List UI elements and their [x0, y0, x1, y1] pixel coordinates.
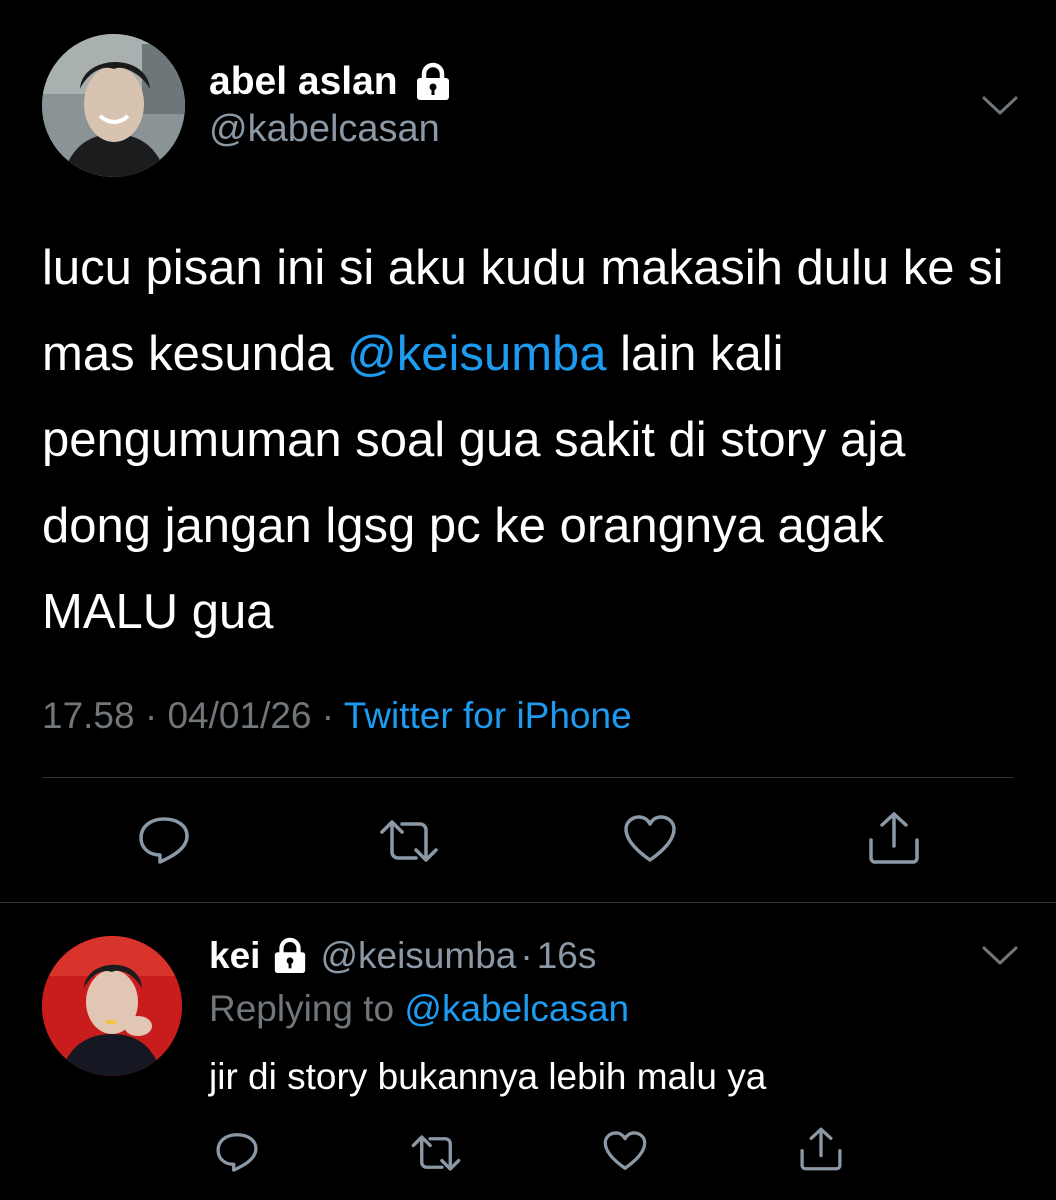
avatar-photo [42, 34, 185, 177]
replying-mention-link[interactable]: @kabelcasan [404, 988, 629, 1029]
heart-icon[interactable] [602, 1130, 648, 1172]
author-header: abel aslan [209, 57, 452, 107]
tweet-date: 04/01/26 [167, 695, 312, 736]
reply-time: 16s [536, 935, 597, 976]
main-tweet: abel aslan @kabelcasan lucu pisan ini si… [0, 0, 1056, 902]
author-name[interactable]: abel aslan [209, 60, 398, 104]
tweet-text: lucu pisan ini si aku kudu makasih dulu … [42, 225, 1022, 655]
reply-header: kei @keisumba · 16s [209, 930, 596, 982]
section-divider [0, 902, 1056, 903]
meta-separator: · [321, 695, 335, 736]
chevron-down-icon[interactable] [980, 944, 1020, 968]
divider [42, 777, 1014, 778]
meta-separator: · [520, 935, 533, 976]
reply-text: jir di story bukannya lebih malu ya [209, 1056, 767, 1097]
lock-icon [272, 937, 308, 975]
tweet-source-link[interactable]: Twitter for iPhone [344, 695, 632, 736]
reply-icon[interactable] [214, 1130, 260, 1174]
tweet-time: 17.58 [42, 695, 135, 736]
replying-label: Replying to [209, 988, 405, 1029]
chevron-down-icon[interactable] [980, 94, 1020, 118]
avatar-photo [42, 936, 182, 1076]
avatar[interactable] [42, 34, 185, 177]
reply-author-handle[interactable]: @keisumba [320, 935, 516, 977]
share-icon[interactable] [798, 1126, 844, 1172]
lock-icon [414, 62, 452, 102]
retweet-icon[interactable] [410, 1133, 462, 1173]
heart-icon[interactable] [622, 814, 678, 864]
author-handle[interactable]: @kabelcasan [209, 108, 440, 151]
meta-separator: · [144, 695, 158, 736]
mention-link[interactable]: @keisumba [347, 327, 606, 381]
replying-to: Replying to @kabelcasan [209, 988, 629, 1030]
retweet-icon[interactable] [378, 818, 440, 864]
share-icon[interactable] [866, 810, 922, 866]
reply-avatar[interactable] [42, 936, 182, 1076]
reply-icon[interactable] [136, 814, 192, 866]
reply-author-name[interactable]: kei [209, 935, 260, 977]
tweet-meta: 17.58 · 04/01/26 · Twitter for iPhone [42, 695, 632, 737]
